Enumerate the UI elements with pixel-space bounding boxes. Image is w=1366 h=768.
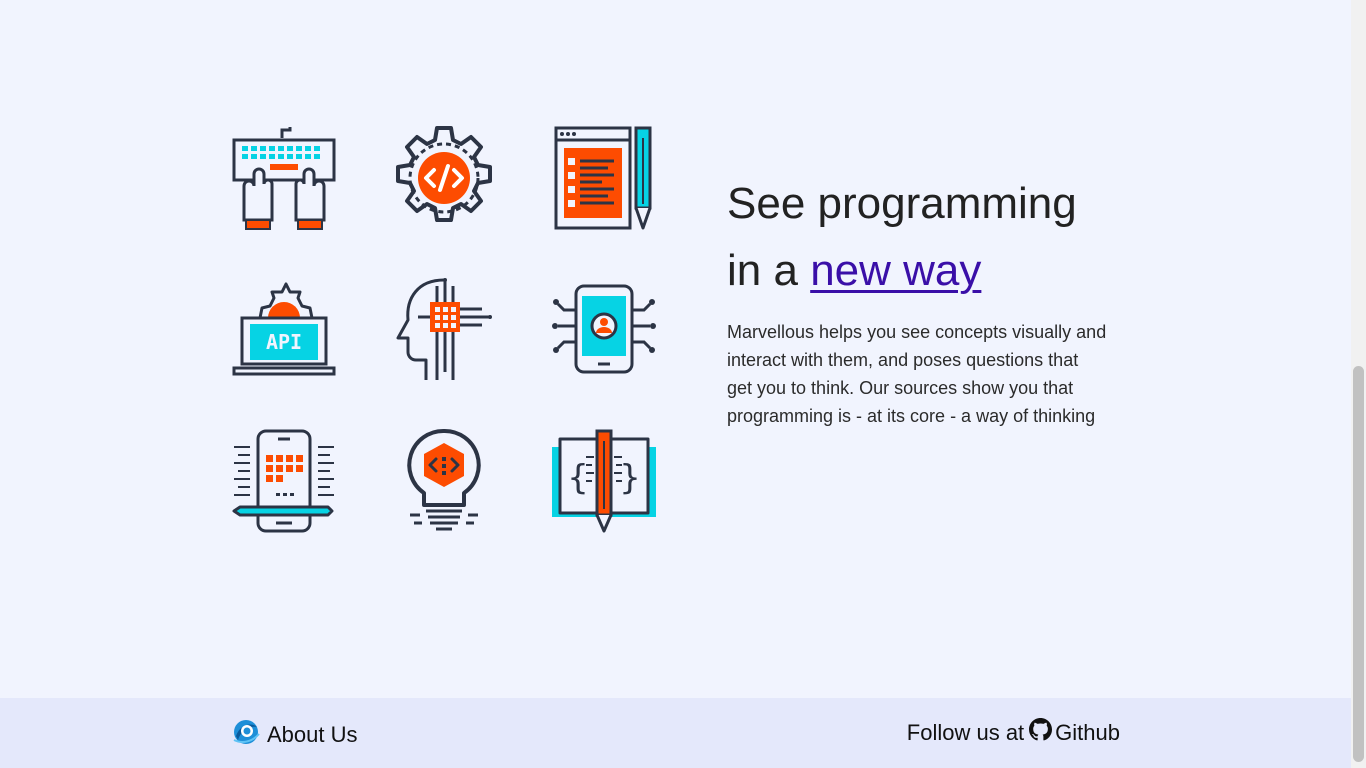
hero-text: See programming in a new way Marvellous … (727, 170, 1127, 430)
follow-us-text: Follow us at (906, 719, 1025, 745)
scrollbar-thumb[interactable] (1353, 366, 1364, 762)
github-label: Github (1055, 719, 1120, 745)
mobile-app-icon (230, 427, 338, 535)
keyboard-typing-icon (230, 124, 338, 232)
github-icon (1029, 718, 1053, 747)
idea-bulb-code-icon (390, 427, 498, 535)
headline: See programming in a new way (727, 170, 1127, 304)
code-book-icon: { } (550, 427, 658, 535)
page: API {} See programming in a new way Mar… (0, 0, 1351, 768)
logo-icon (232, 718, 260, 752)
headline-line-2: in a (727, 246, 798, 295)
code-editor-pencil-icon (552, 124, 660, 232)
mobile-circuit-icon (550, 276, 658, 384)
hero-description: Marvellous helps you see concepts visual… (727, 322, 1107, 426)
about-us-link[interactable]: About Us (232, 718, 358, 752)
icon-grid: API {} (230, 124, 660, 534)
api-laptop-icon: API (230, 276, 338, 384)
about-us-label: About Us (267, 722, 358, 747)
svg-text:}: } (620, 458, 640, 498)
code-gear-icon (390, 124, 498, 232)
headline-line-1: See programming (727, 179, 1077, 228)
svg-text:{: { (568, 458, 588, 498)
new-way-link[interactable]: new way (810, 246, 981, 295)
svg-text:API: API (266, 330, 302, 354)
follow-us: Follow us at Github (907, 718, 1120, 747)
page-scrollbar[interactable] (1351, 0, 1366, 768)
ai-head-chip-icon (390, 276, 498, 384)
footer: About Us Follow us at Github (0, 698, 1351, 768)
github-link[interactable]: Github (1029, 718, 1120, 747)
